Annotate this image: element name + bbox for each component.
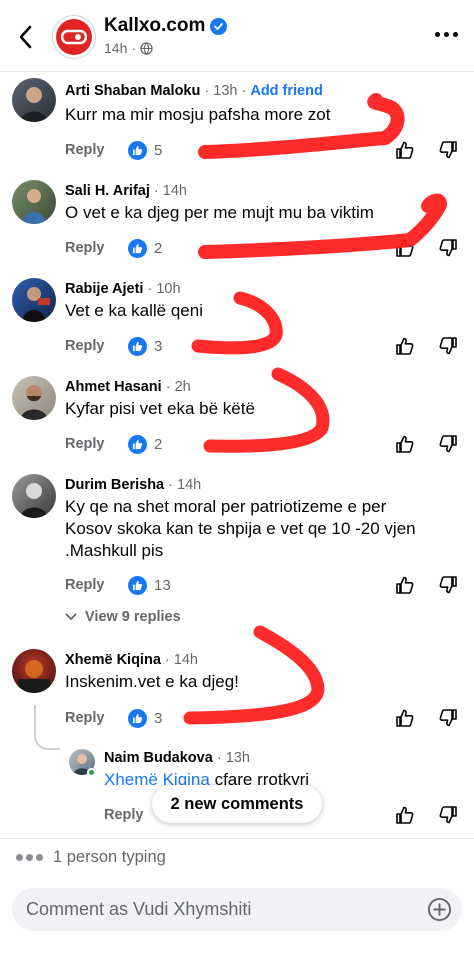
comment-author: Xhemë Kiqina · 14h [65,652,198,668]
reply-thread-line [34,705,60,750]
page-name[interactable]: Kallxo.com [104,15,228,37]
avatar[interactable] [12,180,56,224]
comment-author: Rabije Ajeti · 10h [65,281,181,297]
avatar[interactable] [12,376,56,420]
page-avatar[interactable] [52,15,96,59]
view-replies-button[interactable]: View 9 replies [65,609,181,625]
comment-author: Ahmet Hasani · 2h [65,379,191,395]
reply-button[interactable]: Reply [65,436,105,452]
reply-button[interactable]: Reply [104,807,144,823]
typing-dots-icon [16,854,43,861]
kallxo-logo [56,19,92,55]
comment-time: 14h [162,183,187,199]
reply-button[interactable]: Reply [65,338,105,354]
author-name[interactable]: Durim Berisha [65,477,164,493]
comment-text: Inskenim.vet e ka djeg! [65,672,239,691]
thumbs-up-icon[interactable] [395,336,415,356]
thumbs-up-icon[interactable] [395,805,415,825]
post-meta: 14h · [104,40,153,56]
thumbs-up-icon[interactable] [395,238,415,258]
like-count[interactable]: 5 [128,141,162,160]
comment-text: Ky qe na shet moral per patriotizeme e p… [65,497,416,560]
like-count[interactable]: 3 [128,709,162,728]
thumbs-down-icon[interactable] [438,805,458,825]
comment-time: 13h [213,83,238,99]
reply-button[interactable]: Reply [65,240,105,256]
avatar[interactable] [12,649,56,693]
typing-indicator: 1 person typing [16,848,166,867]
like-badge-icon [128,709,147,728]
comment-text: Vet e ka kallë qeni [65,301,203,320]
avatar[interactable] [12,78,56,122]
like-badge-icon [128,435,147,454]
comment-time: 14h [173,652,198,668]
comment-author: Sali H. Arifaj · 14h [65,183,187,199]
thumbs-down-icon[interactable] [438,238,458,258]
online-status-dot [87,768,96,777]
comment-author: Naim Budakova · 13h [104,750,250,766]
author-name[interactable]: Ahmet Hasani [65,379,162,395]
like-count[interactable]: 13 [128,576,171,595]
back-button[interactable] [10,20,40,54]
comment-author: Arti Shaban Maloku · 13h · Add friend [65,83,323,99]
globe-icon [140,41,153,55]
comment-time: 14h [177,477,202,493]
thumbs-up-icon[interactable] [395,434,415,454]
avatar[interactable] [12,278,56,322]
like-count[interactable]: 2 [128,239,162,258]
avatar[interactable] [12,474,56,518]
author-name[interactable]: Xhemë Kiqina [65,652,161,668]
reply-button[interactable]: Reply [65,577,105,593]
reply-button[interactable]: Reply [65,142,105,158]
comment-time: 2h [174,379,191,395]
like-count[interactable]: 2 [128,435,162,454]
new-comments-button[interactable]: 2 new comments [152,785,322,823]
add-friend-link[interactable]: Add friend [250,83,323,99]
chevron-down-icon [65,613,77,620]
comment-text: Kurr ma mir mosju pafsha more zot [65,105,331,124]
like-badge-icon [128,141,147,160]
like-badge-icon [128,239,147,258]
footer-divider [0,838,474,839]
thumbs-down-icon[interactable] [438,140,458,160]
thumbs-down-icon[interactable] [438,708,458,728]
thumbs-down-icon[interactable] [438,336,458,356]
comment-input-placeholder[interactable]: Comment as Vudi Xhymshiti [26,899,251,920]
author-name[interactable]: Rabije Ajeti [65,281,143,297]
comment-author: Durim Berisha · 14h [65,477,202,493]
thumbs-down-icon[interactable] [438,434,458,454]
add-attachment-icon[interactable] [427,897,452,922]
thumbs-up-icon[interactable] [395,708,415,728]
like-badge-icon [128,337,147,356]
like-badge-icon [128,576,147,595]
comment-time: 13h [225,750,250,766]
bottom-spacer [0,944,474,974]
post-header: Kallxo.com 14h · [0,0,474,72]
thumbs-down-icon[interactable] [438,575,458,595]
thumbs-up-icon[interactable] [395,140,415,160]
verified-badge-icon [210,17,228,35]
author-name[interactable]: Naim Budakova [104,750,213,766]
chevron-left-icon [19,25,32,49]
reply-button[interactable]: Reply [65,710,105,726]
post-time: 14h [104,40,128,56]
comment-time: 10h [156,281,181,297]
comment-text: O vet e ka djeg per me mujt mu ba viktim [65,203,374,222]
author-name[interactable]: Sali H. Arifaj [65,183,150,199]
comment-text: Kyfar pisi vet eka bë këtë [65,399,255,418]
more-options-icon[interactable] [435,32,458,37]
thumbs-up-icon[interactable] [395,575,415,595]
comment-input[interactable]: Comment as Vudi Xhymshiti [12,888,462,931]
like-count[interactable]: 3 [128,337,162,356]
author-name[interactable]: Arti Shaban Maloku [65,83,200,99]
page-name-text[interactable]: Kallxo.com [104,15,205,37]
